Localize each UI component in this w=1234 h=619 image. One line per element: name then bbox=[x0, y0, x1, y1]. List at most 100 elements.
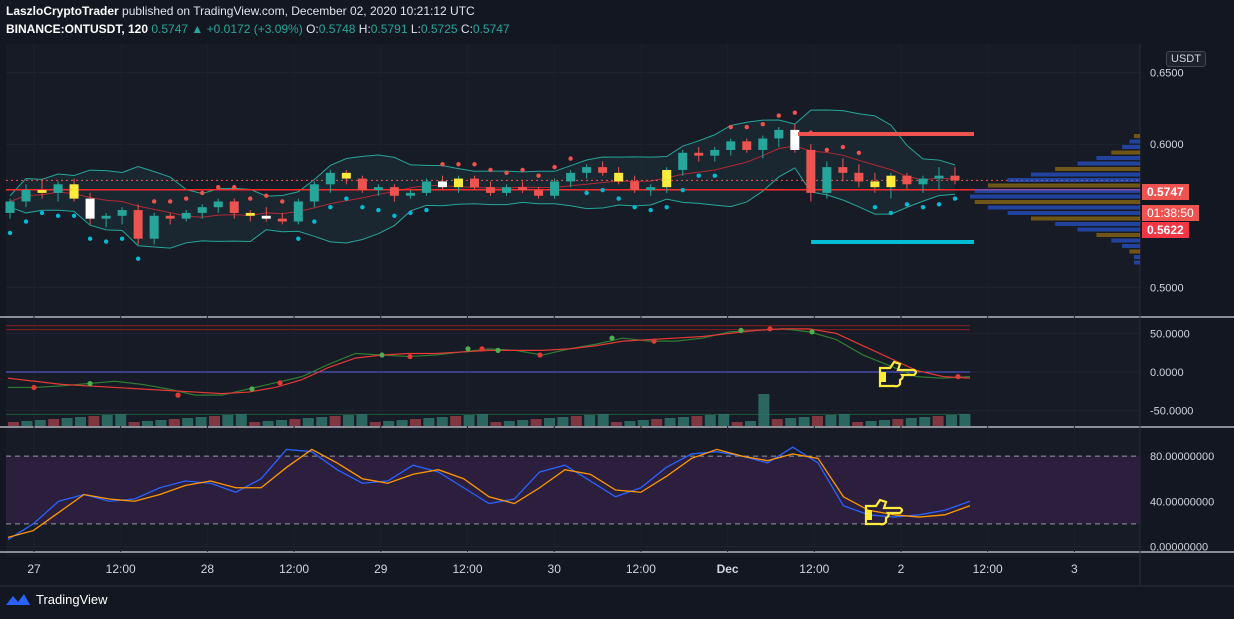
candle-body bbox=[806, 149, 816, 193]
volume-bar bbox=[195, 417, 207, 426]
stop-dot bbox=[584, 190, 589, 196]
stop-dot bbox=[904, 202, 910, 207]
volume-bar bbox=[383, 421, 395, 426]
volume-bar bbox=[222, 415, 234, 426]
volume-bar bbox=[597, 414, 609, 426]
x-tick-label: 30 bbox=[548, 562, 562, 576]
tradingview-logo[interactable]: TradingView bbox=[6, 592, 108, 607]
volume-profile-bar bbox=[1111, 150, 1140, 155]
volume-profile-bar bbox=[1077, 161, 1140, 166]
cross-dot bbox=[955, 374, 961, 380]
volume-bar bbox=[879, 420, 890, 426]
y-tick-label: 80.00000000 bbox=[1150, 451, 1214, 463]
chart-canvas[interactable]: 0.6500 0.6000 0.5000 50.0000 0.0000 -50.0000 8… bbox=[0, 0, 1234, 619]
up-arrow-icon: ▲ bbox=[191, 22, 204, 36]
volume-bar bbox=[959, 414, 971, 426]
volume-bar bbox=[410, 419, 421, 426]
stop-dot bbox=[264, 193, 269, 198]
stop-dot bbox=[39, 210, 45, 216]
candle-body bbox=[165, 215, 175, 219]
stop-dot bbox=[536, 173, 541, 178]
cross-dot bbox=[495, 347, 501, 353]
stop-dot bbox=[456, 162, 461, 167]
candle-body bbox=[421, 181, 431, 193]
author-name[interactable]: LaszloCryptoTrader bbox=[6, 4, 119, 18]
stop-dot bbox=[632, 205, 637, 210]
stop-dot bbox=[568, 156, 573, 161]
stop-dot bbox=[167, 199, 173, 204]
volume-profile-bar bbox=[1134, 260, 1140, 265]
x-tick-label: 12:00 bbox=[106, 562, 136, 576]
volume-bar bbox=[490, 422, 502, 426]
stop-dot bbox=[408, 210, 413, 216]
candle-body bbox=[742, 141, 752, 150]
y-tick-label: 50.0000 bbox=[1150, 328, 1190, 340]
cross-dot bbox=[87, 380, 93, 387]
candle-body bbox=[854, 172, 864, 182]
volume-bar bbox=[798, 417, 810, 426]
candle-body bbox=[502, 187, 512, 193]
candle-body bbox=[389, 187, 399, 196]
currency-button[interactable]: USDT bbox=[1166, 51, 1206, 67]
volume-bar bbox=[34, 420, 46, 426]
candle-body bbox=[582, 167, 592, 173]
volume-bar bbox=[48, 419, 60, 426]
price-change: +0.0172 (+3.09%) bbox=[206, 22, 303, 36]
stop-dot bbox=[392, 213, 397, 218]
candle-body bbox=[245, 212, 255, 216]
x-tick-label: 12:00 bbox=[626, 562, 656, 576]
candle-body bbox=[646, 187, 656, 191]
volume-bar bbox=[209, 416, 220, 426]
publish-text: published on TradingView.com, December 0… bbox=[122, 4, 475, 18]
candle-body bbox=[902, 175, 912, 185]
volume-profile-bar bbox=[1030, 172, 1140, 177]
candle-body bbox=[437, 181, 447, 188]
candle-body bbox=[69, 184, 79, 199]
close-value: 0.5747 bbox=[472, 22, 510, 36]
stop-dot bbox=[151, 199, 157, 204]
cross-dot bbox=[379, 352, 385, 358]
hand-cuff bbox=[866, 510, 872, 520]
candle-body bbox=[53, 184, 63, 193]
volume-bar bbox=[825, 415, 837, 426]
candle-body bbox=[101, 215, 111, 219]
stop-dot bbox=[840, 144, 846, 150]
volume-bar bbox=[356, 414, 368, 426]
volume-bar bbox=[142, 421, 153, 426]
stop-dot bbox=[7, 230, 13, 236]
symbol-name[interactable]: BINANCE:ONTUSDT, 120 bbox=[6, 22, 148, 36]
volume-profile-bar bbox=[1007, 211, 1140, 215]
volume-bar bbox=[570, 416, 582, 426]
x-tick-label: Dec bbox=[717, 562, 739, 576]
stop-dot bbox=[296, 236, 301, 241]
stop-dot bbox=[888, 210, 894, 216]
stop-dot bbox=[103, 239, 109, 244]
volume-bar bbox=[477, 414, 488, 426]
stop-dot bbox=[664, 205, 669, 210]
stop-dot bbox=[200, 190, 205, 196]
cross-dot bbox=[175, 392, 181, 398]
x-tick-label: 29 bbox=[374, 562, 388, 576]
x-tick-label: 12:00 bbox=[799, 562, 829, 576]
volume-bar bbox=[101, 415, 113, 426]
candle-body bbox=[950, 175, 960, 181]
candle-body bbox=[453, 178, 463, 188]
stop-dot bbox=[744, 124, 749, 130]
x-tick-label: 12:00 bbox=[452, 562, 482, 576]
volume-profile-bar bbox=[1122, 244, 1140, 248]
volume-bar bbox=[235, 414, 247, 426]
cross-dot bbox=[609, 335, 615, 341]
cross-dot bbox=[465, 346, 471, 352]
x-tick-label: 27 bbox=[27, 562, 41, 576]
stop-dot bbox=[248, 196, 253, 201]
stop-dot bbox=[792, 110, 798, 115]
volume-bar bbox=[624, 421, 636, 426]
stop-dot bbox=[728, 124, 733, 130]
stop-dot bbox=[872, 205, 878, 210]
y-tick-label: 0.00000000 bbox=[1150, 541, 1208, 553]
volume-bar bbox=[343, 415, 354, 426]
stop-dot bbox=[360, 205, 365, 210]
candle-body bbox=[133, 210, 143, 239]
volume-bar bbox=[946, 415, 957, 426]
volume-bar bbox=[584, 415, 596, 426]
